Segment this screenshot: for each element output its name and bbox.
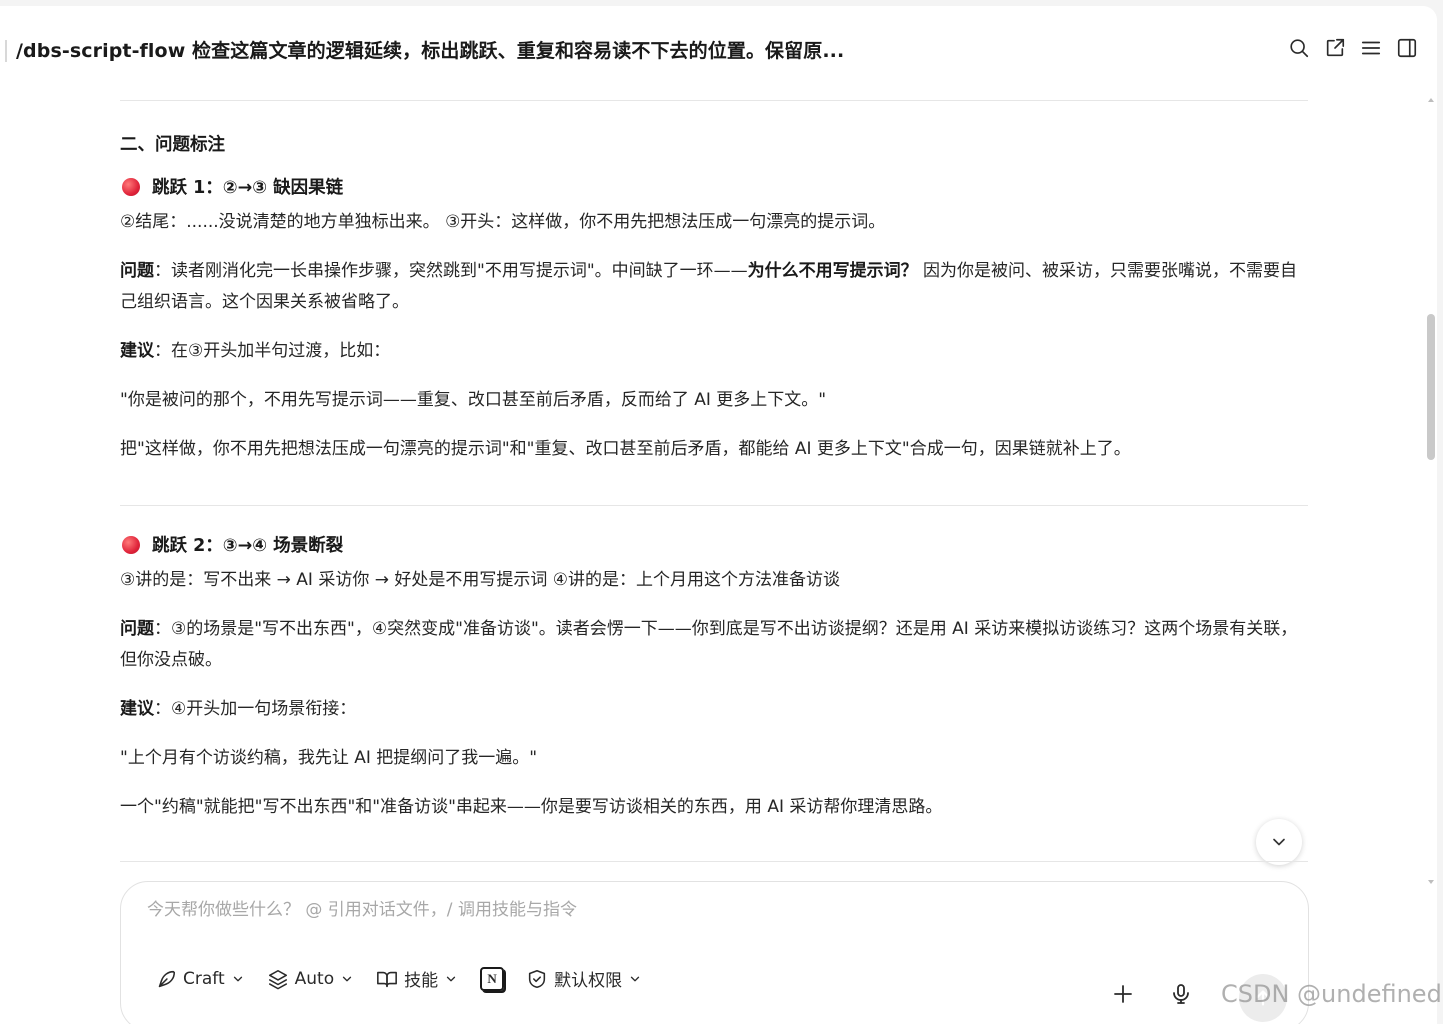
scrollbar[interactable] bbox=[1425, 96, 1437, 886]
app-window: /dbs-script-flow 检查这篇文章的逻辑延续，标出跳跃、重复和容易读… bbox=[0, 6, 1437, 1024]
voice-input-button[interactable] bbox=[1169, 982, 1193, 1006]
book-icon bbox=[377, 971, 398, 987]
watermark: CSDN @undefined bbox=[1221, 980, 1442, 1008]
issue-context: ③讲的是：写不出来 → AI 采访你 → 好处是不用写提示词 ④讲的是：上个月用… bbox=[120, 570, 841, 590]
mode-selector[interactable]: Craft bbox=[155, 968, 245, 990]
issue-suggestion: 建议：在③开头加半句过渡，比如： bbox=[120, 336, 1308, 367]
suggestion-label: 建议 bbox=[120, 699, 154, 719]
model-selector[interactable]: Auto bbox=[267, 968, 354, 990]
chevron-down-icon bbox=[233, 976, 242, 981]
scroll-to-bottom-button[interactable] bbox=[1256, 819, 1302, 865]
top-bar: /dbs-script-flow 检查这篇文章的逻辑延续，标出跳跃、重复和容易读… bbox=[0, 6, 1437, 96]
menu-icon[interactable] bbox=[1359, 36, 1383, 60]
divider bbox=[120, 505, 1308, 506]
panel-toggle-icon[interactable] bbox=[1395, 36, 1419, 60]
problem-text-start: ：读者刚消化完一长串操作步骤，突然跳到"不用写提示词"。中间缺了一环—— bbox=[154, 261, 748, 281]
add-attachment-button[interactable] bbox=[1111, 982, 1135, 1006]
issue-problem: 问题：③的场景是"写不出东西"，④突然变成"准备访谈"。读者会愣一下——你到底是… bbox=[120, 614, 1308, 676]
red-circle-icon bbox=[122, 535, 140, 554]
microphone-icon bbox=[1173, 984, 1189, 1004]
issue-title: 跳跃 2：③→④ 场景断裂 bbox=[120, 532, 1308, 557]
scroll-down-arrow-icon[interactable] bbox=[1427, 878, 1435, 886]
divider bbox=[120, 861, 1308, 862]
top-actions bbox=[1287, 36, 1419, 60]
message-input[interactable] bbox=[147, 900, 1047, 920]
shield-check-icon bbox=[529, 969, 546, 988]
layers-icon bbox=[268, 969, 287, 989]
suggestion-text: ：④开头加一句场景衔接： bbox=[154, 699, 357, 719]
scrollbar-thumb[interactable] bbox=[1427, 314, 1435, 460]
suggestion-note: 把"这样做，你不用先把想法压成一句漂亮的提示词"和"重复、改口甚至前后矛盾，都能… bbox=[120, 439, 1131, 459]
suggestion-quote: "上个月有个访谈约稿，我先让 AI 把提纲问了我一遍。" bbox=[120, 748, 538, 768]
composer-toolbar: Craft Auto 技能 N 默认权限 bbox=[155, 966, 642, 991]
conversation-title: /dbs-script-flow 检查这篇文章的逻辑延续，标出跳跃、重复和容易读… bbox=[16, 40, 845, 62]
suggestion-quote: "你是被问的那个，不用先写提示词——重复、改口甚至前后矛盾，反而给了 AI 更多… bbox=[120, 390, 827, 410]
permission-label: 默认权限 bbox=[554, 971, 623, 991]
chevron-down-icon bbox=[1273, 838, 1285, 846]
problem-text: ：③的场景是"写不出东西"，④突然变成"准备访谈"。读者会愣一下——你到底是写不… bbox=[120, 619, 1298, 670]
chevron-down-icon bbox=[342, 976, 352, 981]
issue-title-text: 跳跃 2：③→④ 场景断裂 bbox=[152, 536, 344, 556]
problem-label: 问题 bbox=[120, 261, 154, 281]
issue-title-text: 跳跃 1：②→③ 缺因果链 bbox=[152, 178, 344, 198]
issue-problem: 问题：读者刚消化完一长串操作步骤，突然跳到"不用写提示词"。中间缺了一环——为什… bbox=[120, 256, 1308, 318]
search-icon[interactable] bbox=[1287, 36, 1311, 60]
skills-label: 技能 bbox=[404, 971, 439, 991]
suggestion-label: 建议 bbox=[120, 341, 154, 361]
section-heading: 二、问题标注 bbox=[120, 135, 225, 155]
chevron-down-icon bbox=[446, 976, 456, 981]
issue-title: 跳跃 1：②→③ 缺因果链 bbox=[120, 174, 1308, 199]
scroll-up-arrow-icon[interactable] bbox=[1427, 96, 1435, 104]
skills-selector[interactable]: 技能 bbox=[376, 966, 458, 991]
suggestion-note: 一个"约稿"就能把"写不出东西"和"准备访谈"串起来——你是要写访谈相关的东西，… bbox=[120, 797, 943, 817]
suggestion-text: ：在③开头加半句过渡，比如： bbox=[154, 341, 391, 361]
issue-context: ②结尾：......没说清楚的地方单独标出来。 ③开头：这样做，你不用先把想法压… bbox=[120, 212, 886, 232]
notion-icon: N bbox=[480, 966, 505, 991]
notion-integration-button[interactable]: N bbox=[480, 966, 505, 991]
red-circle-icon bbox=[122, 177, 140, 196]
plus-icon bbox=[1114, 985, 1132, 1003]
message-content: 二、问题标注 跳跃 1：②→③ 缺因果链 ②结尾：......没说清楚的地方单独… bbox=[120, 100, 1308, 823]
sidebar-edge[interactable] bbox=[5, 40, 7, 62]
model-label: Auto bbox=[294, 968, 335, 989]
share-icon[interactable] bbox=[1323, 36, 1347, 60]
chevron-down-icon bbox=[630, 976, 640, 981]
permission-selector[interactable]: 默认权限 bbox=[526, 966, 642, 991]
issue-suggestion: 建议：④开头加一句场景衔接： bbox=[120, 694, 1308, 725]
problem-emphasis: 为什么不用写提示词？ bbox=[747, 261, 918, 281]
mode-label: Craft bbox=[183, 968, 225, 989]
feather-pen-icon bbox=[158, 970, 176, 987]
composer: Craft Auto 技能 N 默认权限 bbox=[120, 881, 1309, 1024]
divider bbox=[120, 100, 1308, 101]
problem-label: 问题 bbox=[120, 619, 154, 639]
